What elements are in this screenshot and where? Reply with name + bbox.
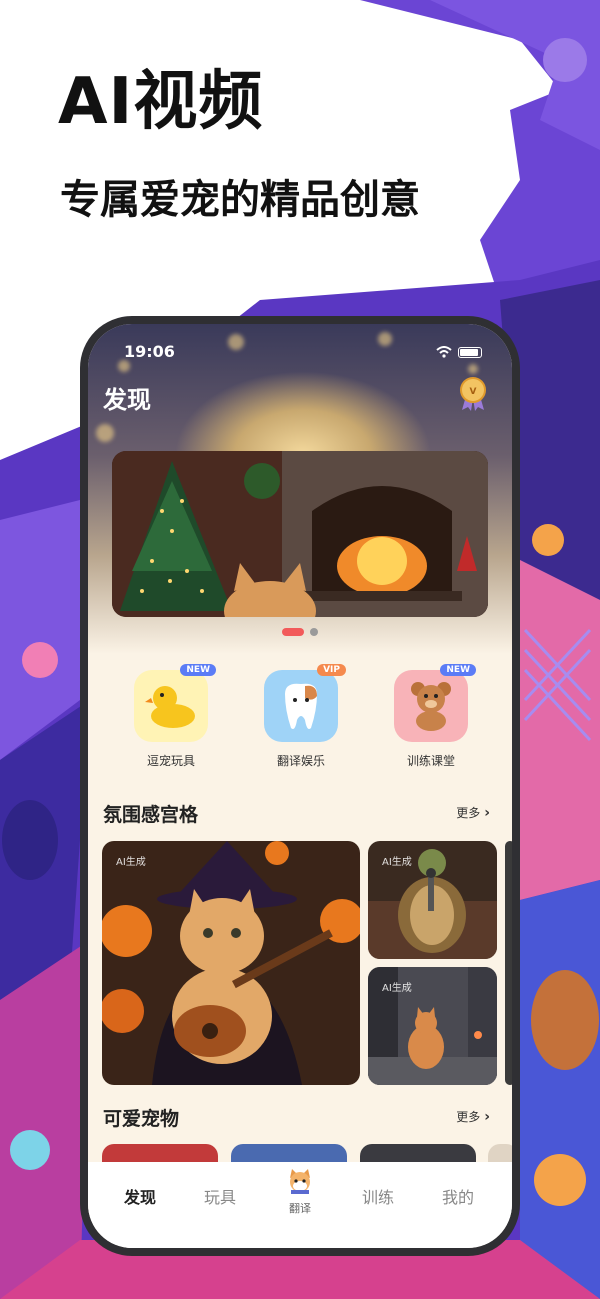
battery-icon xyxy=(458,346,482,358)
promo-headline: AI视频 xyxy=(58,65,264,139)
tab-training[interactable]: 训练 xyxy=(362,1184,394,1208)
more-label: 更多 xyxy=(456,806,481,820)
app-screen: 19:06 发现 V NEW 逗宠玩具 VIP 翻译娱乐 NEW 训练课堂 氛围… xyxy=(88,324,512,1248)
medal-icon[interactable]: V xyxy=(456,376,490,412)
more-label: 更多 xyxy=(456,1110,481,1124)
phone-frame: 19:06 发现 V NEW 逗宠玩具 VIP 翻译娱乐 NEW 训练课堂 氛围… xyxy=(80,316,520,1256)
feature-label: 翻译娱乐 xyxy=(276,754,325,768)
carousel-dot-active[interactable] xyxy=(282,628,304,636)
feature-tile[interactable]: NEW xyxy=(394,664,476,742)
carousel-indicator xyxy=(282,628,318,636)
cat-face-icon xyxy=(290,1169,310,1194)
vip-badge: VIP xyxy=(317,664,346,676)
section-title-pets: 可爱宠物 xyxy=(103,1108,180,1130)
tab-bar: 发现 玩具 翻译 训练 我的 xyxy=(88,1162,512,1248)
more-link-atmosphere[interactable]: 更多 › xyxy=(456,804,490,821)
teddy-bear-icon xyxy=(411,682,451,731)
feature-translate[interactable]: VIP 翻译娱乐 xyxy=(263,664,346,769)
feature-label: 逗宠玩具 xyxy=(146,754,195,768)
banner-carousel[interactable] xyxy=(112,451,488,617)
video-card-peek[interactable] xyxy=(505,841,512,1085)
ai-generated-tag: AI生成 xyxy=(382,983,412,994)
status-icons xyxy=(436,346,482,358)
wifi-icon xyxy=(436,346,452,358)
video-card-large[interactable]: AI生成 xyxy=(102,841,360,1085)
christmas-cat-image xyxy=(112,451,488,617)
chevron-right-icon: › xyxy=(484,804,490,821)
new-badge: NEW xyxy=(180,664,216,676)
feature-tile[interactable]: NEW xyxy=(134,664,216,742)
tab-discover[interactable]: 发现 xyxy=(124,1184,156,1208)
tooth-pet-icon xyxy=(285,683,317,729)
video-card-small[interactable]: AI生成 xyxy=(368,967,497,1085)
page-title: 发现 xyxy=(103,386,151,414)
feature-label: 训练课堂 xyxy=(406,754,455,768)
feature-training[interactable]: NEW 训练课堂 xyxy=(393,664,476,769)
feature-tile[interactable]: VIP xyxy=(264,664,346,742)
status-time: 19:06 xyxy=(124,342,175,361)
more-link-pets[interactable]: 更多 › xyxy=(456,1108,490,1125)
chevron-right-icon: › xyxy=(484,1108,490,1125)
tab-translate[interactable]: 翻译 xyxy=(286,1168,314,1216)
cat-guitar-image xyxy=(102,841,360,1085)
promo-subline: 专属爱宠的精品创意 xyxy=(60,177,420,223)
tab-mine[interactable]: 我的 xyxy=(442,1184,474,1208)
tab-translate-label: 翻译 xyxy=(289,1202,311,1215)
feature-toy[interactable]: NEW 逗宠玩具 xyxy=(133,664,216,769)
tab-toys[interactable]: 玩具 xyxy=(204,1184,236,1208)
svg-text:V: V xyxy=(470,387,477,397)
carousel-dot[interactable] xyxy=(310,628,318,636)
ai-generated-tag: AI生成 xyxy=(382,857,412,868)
duck-icon xyxy=(145,686,195,728)
ai-generated-tag: AI生成 xyxy=(116,857,146,868)
section-title-atmosphere: 氛围感宫格 xyxy=(103,804,199,826)
new-badge: NEW xyxy=(440,664,476,676)
video-card-small[interactable]: AI生成 xyxy=(368,841,497,959)
